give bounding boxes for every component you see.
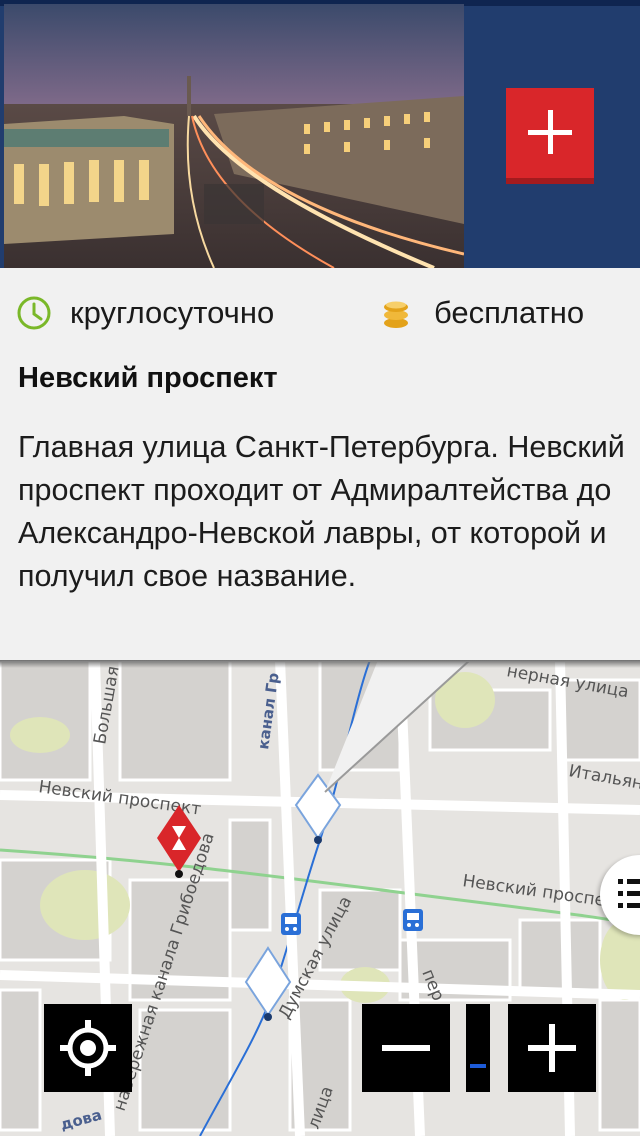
list-icon bbox=[618, 879, 640, 908]
place-card: круглосуточно бесплатно Невский проспект… bbox=[0, 0, 640, 662]
place-description: Главная улица Санкт-Петербурга. Невский … bbox=[18, 430, 625, 593]
metro-train-icon[interactable] bbox=[281, 913, 301, 935]
clock-icon bbox=[17, 296, 51, 330]
app-screen: Невский проспект Невский проспе Большая … bbox=[0, 0, 640, 1136]
price-info: бесплатно bbox=[382, 295, 584, 331]
card-shadow bbox=[0, 660, 640, 668]
zoom-slider-knob[interactable] bbox=[470, 1064, 486, 1068]
locate-button[interactable] bbox=[44, 1004, 132, 1092]
hours-info: круглосуточно bbox=[16, 295, 274, 331]
hours-label: круглосуточно bbox=[70, 295, 275, 330]
price-label: бесплатно bbox=[434, 295, 585, 330]
zoom-in-button[interactable] bbox=[508, 1004, 596, 1092]
zoom-slider[interactable] bbox=[466, 1004, 490, 1092]
coins-icon bbox=[384, 301, 408, 328]
place-photo bbox=[4, 4, 464, 268]
crosshair-icon bbox=[60, 1020, 116, 1076]
zoom-out-button[interactable] bbox=[362, 1004, 450, 1092]
place-title: Невский проспект bbox=[18, 362, 278, 394]
minus-icon bbox=[382, 1045, 430, 1051]
add-button[interactable] bbox=[506, 88, 594, 184]
card-header bbox=[0, 0, 640, 268]
metro-train-icon[interactable] bbox=[403, 909, 423, 931]
info-row: круглосуточно бесплатно bbox=[0, 268, 640, 360]
